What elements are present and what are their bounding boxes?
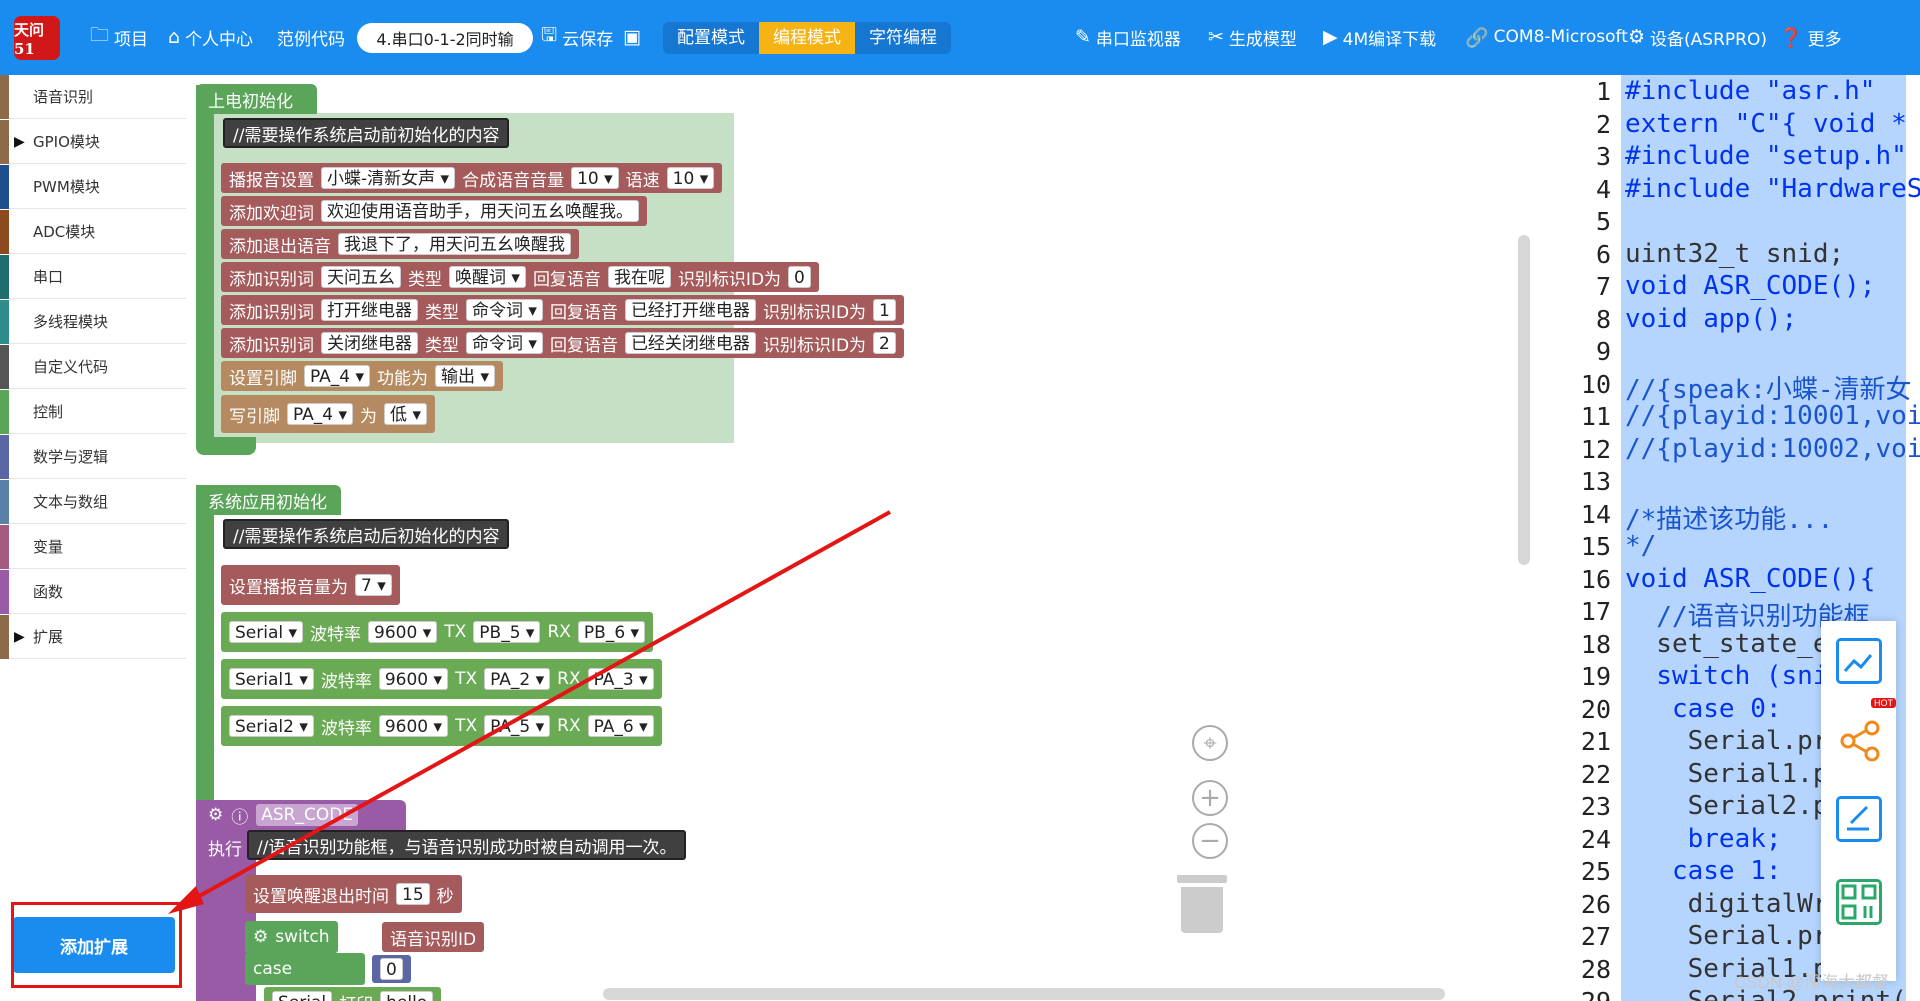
code-line[interactable]: void ASR_CODE(); [1625,271,1875,301]
code-line[interactable]: case 1: [1625,856,1782,886]
code-line[interactable]: #include "setup.h" [1625,141,1907,171]
line-number: 21 [1580,727,1611,756]
code-line[interactable]: set_state_e [1625,629,1828,659]
qrcode-icon[interactable] [1836,879,1882,925]
code-line[interactable]: Serial.pr [1625,921,1829,951]
code-line[interactable]: #include "asr.h" [1625,76,1875,106]
line-number: 29 [1537,987,1611,1001]
line-number: 15 [1580,532,1611,561]
line-number: 10 [1580,370,1611,399]
code-line[interactable]: */ [1625,531,1656,561]
line-number: 25 [1580,857,1611,886]
line-number: 9 [1595,337,1611,366]
line-number: 20 [1580,695,1611,724]
line-number: 23 [1580,792,1611,821]
line-number: 6 [1595,240,1611,269]
code-line[interactable]: //{playid:10002,voi [1625,434,1920,464]
floating-toolbar: HOT [1821,621,1896,981]
line-number: 17 [1580,597,1611,626]
line-number: 14 [1580,500,1611,529]
code-line[interactable]: digitalWr [1625,889,1829,919]
code-line[interactable]: extern "C"{ void * [1625,109,1907,139]
line-number: 5 [1595,207,1611,236]
line-number: 24 [1580,825,1611,854]
code-line[interactable]: void ASR_CODE(){ [1625,564,1875,594]
code-line[interactable]: switch (sni [1625,661,1828,691]
hot-badge: HOT [1871,698,1896,708]
line-number: 2 [1595,110,1611,139]
line-number: 4 [1595,175,1611,204]
line-number: 28 [1580,955,1611,984]
line-number: 11 [1580,402,1611,431]
code-line[interactable]: Serial.pr [1625,726,1829,756]
line-number: 22 [1580,760,1611,789]
line-number: 27 [1580,922,1611,951]
line-number: 7 [1595,272,1611,301]
line-number: 1 [1595,77,1611,106]
line-number: 13 [1580,467,1611,496]
code-line[interactable]: #include "HardwareS [1625,174,1920,204]
code-line[interactable]: //{playid:10001,voi [1625,401,1920,431]
line-number: 8 [1595,305,1611,334]
code-line[interactable]: break; [1625,824,1782,854]
line-number: 19 [1580,662,1611,691]
line-number: 12 [1580,435,1611,464]
line-number: 16 [1580,565,1611,594]
code-line[interactable]: Serial1.p [1625,759,1829,789]
workspace-vertical-scrollbar[interactable] [1518,235,1530,565]
workspace-horizontal-scrollbar[interactable] [603,988,1445,1000]
edit-icon[interactable] [1836,796,1882,842]
line-number-gutter: 1 2 3 4 5 6 7 8 9 10 11 12 13 14 15 16 1… [1537,75,1620,1001]
line-number: 18 [1580,630,1611,659]
share-icon[interactable] [1836,716,1882,762]
image-icon[interactable] [1836,638,1882,684]
line-number: 26 [1580,890,1611,919]
code-line[interactable]: case 0: [1625,694,1782,724]
code-line[interactable]: void app(); [1625,304,1797,334]
line-number: 3 [1595,142,1611,171]
code-line[interactable]: uint32_t snid; [1625,239,1844,269]
watermark: CSDN @深海大都督 [1734,973,1890,992]
code-line[interactable]: Serial2.pr [1625,791,1845,821]
